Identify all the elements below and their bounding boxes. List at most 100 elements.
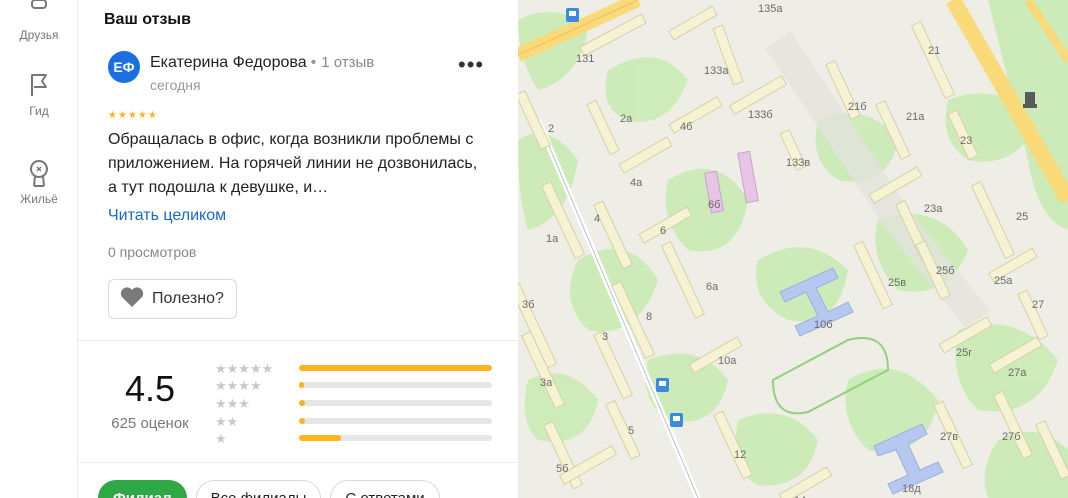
map-address-label: 133в (786, 157, 810, 169)
map-address-label: 8 (646, 311, 652, 323)
map-address-label: 6 (660, 225, 666, 237)
map-building[interactable] (970, 180, 1016, 260)
distribution-stars: ★★★ (215, 395, 250, 411)
map-address-label: 4б (680, 121, 692, 133)
map-canvas[interactable]: 135а 131 133а 2 2а 4б 133б 21б 21а 21 23 133в 4а 6б 23… (518, 0, 1068, 498)
chip-branch[interactable]: Филиал (98, 480, 187, 498)
distribution-stars: ★★★★ (215, 377, 262, 393)
map-building[interactable] (660, 240, 706, 320)
star-icon: ★ (127, 110, 137, 121)
map-address-label: 23а (924, 203, 943, 215)
distribution-row-4: ★★★★ (215, 377, 492, 393)
distribution-bar-fill (299, 365, 492, 371)
star-icon: ★ (137, 110, 147, 121)
review-text: Обращалась в офис, когда возникли пробле… (108, 131, 478, 196)
map-building[interactable] (668, 5, 718, 41)
distribution-bar (299, 382, 492, 388)
map-address-label: 4 (594, 213, 600, 225)
map-view[interactable]: 135а 131 133а 2 2а 4б 133б 21б 21а 21 23 133в 4а 6б 23… (518, 0, 1068, 498)
map-address-label: 2а (620, 113, 633, 125)
bus-stop-icon[interactable] (566, 8, 579, 22)
map-address-label: 10б (814, 319, 833, 331)
nav-item-label: Гид (29, 104, 49, 118)
flag-icon (24, 70, 54, 100)
distribution-bar-fill (299, 382, 304, 388)
distribution-bar-fill (299, 400, 305, 406)
map-address-label: 27б (1002, 431, 1021, 443)
map-building[interactable] (593, 330, 633, 400)
map-address-label: 133б (748, 109, 773, 121)
map-address-label: 27 (1032, 299, 1044, 311)
ratings-count: 625 оценок (111, 415, 189, 432)
divider (78, 340, 518, 341)
chip-all-branches[interactable]: Все филиалы (195, 480, 322, 498)
friends-icon (24, 0, 54, 24)
useful-label: Полезно? (152, 290, 224, 307)
map-address-label: 133а (704, 65, 729, 77)
distribution-row-3: ★★★ (215, 395, 492, 411)
map-address-label: 21 (928, 45, 940, 57)
nav-item-guide[interactable]: Гид (0, 70, 78, 118)
heart-icon (119, 286, 145, 313)
map-building[interactable] (910, 20, 956, 100)
filter-chips: Филиал Все филиалы С ответами (98, 480, 440, 498)
distribution-row-1: ★ (215, 430, 492, 446)
map-building[interactable] (618, 136, 673, 174)
distribution-stars: ★★★★★ (215, 360, 274, 376)
map-address-label: 3а (540, 377, 553, 389)
avatar[interactable]: ЕФ (108, 51, 140, 83)
distribution-bar (299, 400, 492, 406)
star-icon: ★ (117, 110, 127, 121)
monument-icon[interactable] (1023, 92, 1037, 108)
map-address-label: 18д (902, 483, 921, 495)
bus-stop-icon[interactable] (656, 378, 669, 392)
left-nav-rail: Друзья Гид Жильё (0, 0, 78, 498)
distribution-row-2: ★★ (215, 413, 492, 429)
nav-item-friends[interactable]: Друзья (0, 0, 78, 42)
housing-icon (24, 158, 54, 188)
map-address-label: 25б (936, 265, 955, 277)
distribution-bar (299, 418, 492, 424)
map-address-label: 6б (708, 199, 720, 211)
chip-with-answers[interactable]: С ответами (330, 480, 440, 498)
map-address-label: 25в (888, 277, 906, 289)
distribution-bar (299, 435, 492, 441)
map-address-label: 3 (602, 331, 608, 343)
map-address-label: 131 (576, 53, 594, 65)
nav-item-label: Жильё (20, 192, 58, 206)
nav-item-housing[interactable]: Жильё (0, 158, 78, 206)
divider (78, 462, 518, 463)
nav-item-label: Друзья (19, 28, 59, 42)
review-stars: ★ ★ ★ ★ ★ (108, 111, 157, 121)
map-address-label: 27а (1008, 367, 1027, 379)
author-review-count: 1 отзыв (321, 54, 375, 71)
distribution-stars: ★★ (215, 413, 239, 429)
read-more-link[interactable]: Читать целиком (108, 207, 226, 225)
map-address-label: 5б (556, 463, 568, 475)
distribution-bar (299, 365, 492, 371)
more-options-icon[interactable]: ••• (458, 54, 484, 76)
map-address-label: 21а (906, 111, 925, 123)
map-building[interactable] (668, 96, 723, 134)
distribution-bar-fill (299, 418, 305, 424)
star-icon: ★ (108, 110, 117, 121)
map-address-label: 25а (994, 275, 1013, 287)
map-address-label: 3б (522, 299, 534, 311)
map-address-label: 4а (630, 177, 643, 189)
map-address-label: 27в (940, 431, 958, 443)
average-rating: 4.5 (124, 368, 176, 409)
map-address-label: 6а (706, 281, 719, 293)
map-address-label: 1а (546, 233, 559, 245)
bus-stop-icon[interactable] (670, 413, 683, 427)
distribution-bar-fill (299, 435, 342, 441)
star-icon: ★ (147, 110, 157, 121)
map-address-label: 135а (758, 3, 783, 15)
author-name[interactable]: Екатерина Федорова (150, 54, 307, 71)
views-count: 0 просмотров (108, 244, 197, 260)
review-author: Екатерина Федорова • 1 отзыв (150, 54, 374, 72)
map-address-label: 25г (956, 347, 972, 359)
section-title: Ваш отзыв (104, 11, 191, 28)
map-address-label: 23 (960, 135, 972, 147)
distribution-stars: ★ (215, 430, 227, 446)
useful-button[interactable]: Полезно? (108, 279, 237, 319)
